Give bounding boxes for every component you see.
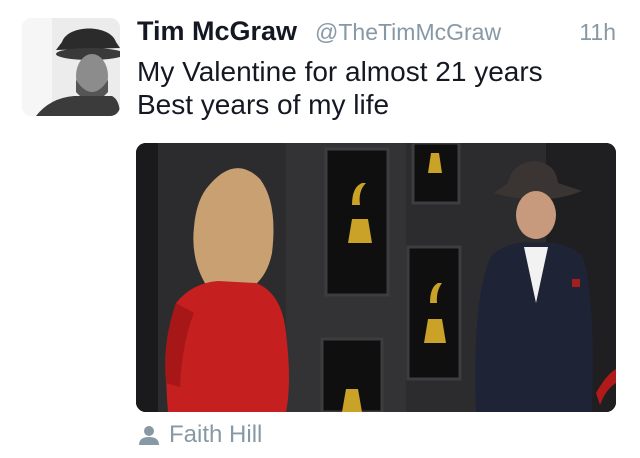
tagged-user[interactable]: Faith Hill	[169, 421, 262, 449]
tweet-text: My Valentine for almost 21 years Best ye…	[137, 55, 617, 121]
person-icon	[137, 423, 161, 447]
tweet-text-line: Best years of my life	[137, 89, 390, 120]
framed-panel	[406, 245, 462, 381]
photo-content	[136, 143, 616, 412]
framed-panel	[324, 147, 390, 297]
author-name[interactable]: Tim McGraw	[137, 16, 297, 47]
avatar[interactable]	[22, 18, 120, 116]
timestamp[interactable]: 11h	[579, 19, 616, 46]
tweet-text-line: My Valentine for almost 21 years	[137, 56, 543, 87]
framed-panel	[411, 143, 461, 205]
tweet[interactable]: Tim McGraw @TheTimMcGraw 11h My Valentin…	[0, 0, 640, 458]
tweet-photo[interactable]	[136, 143, 616, 412]
avatar-photo	[22, 18, 120, 116]
author-handle[interactable]: @TheTimMcGraw	[315, 19, 501, 46]
tweet-header: Tim McGraw @TheTimMcGraw 11h	[137, 12, 620, 48]
framed-panel	[320, 337, 384, 412]
